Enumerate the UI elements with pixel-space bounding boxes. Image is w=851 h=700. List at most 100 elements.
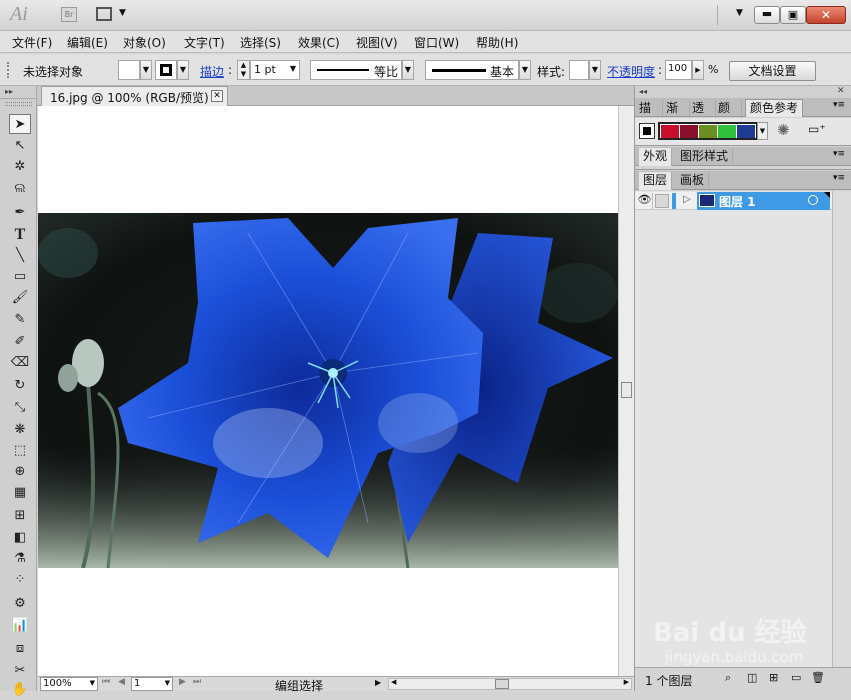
last-artboard-icon[interactable]: ⏭ (193, 677, 201, 687)
harmony-dropdown[interactable]: ▼ (757, 122, 768, 140)
warp-tool-icon[interactable]: ❋ (9, 420, 31, 440)
scale-tool-icon[interactable]: ⤡ (9, 398, 31, 418)
opacity-field[interactable]: 100 (665, 60, 692, 80)
rotate-tool-icon[interactable]: ↻ (9, 376, 31, 396)
menu-view[interactable]: 视图(V) (356, 34, 398, 51)
blend-tool-icon[interactable]: ⁘ (9, 570, 31, 590)
selection-tool-icon[interactable]: ➤ (9, 114, 31, 134)
menu-select[interactable]: 选择(S) (240, 34, 281, 51)
collapse-dock-icon[interactable]: ◂◂ (639, 87, 647, 96)
placed-image-flower[interactable] (38, 213, 618, 568)
stroke-link[interactable]: 描边 (200, 63, 224, 80)
stroke-weight-stepper[interactable]: ▲ ▼ (237, 60, 250, 80)
harmony-swatch-5[interactable] (737, 125, 755, 138)
hand-tool-icon[interactable]: ✋ (9, 680, 31, 700)
minimize-button[interactable]: ▬ (754, 6, 780, 24)
close-dock-icon[interactable]: ✕ (837, 86, 845, 96)
fill-swatch[interactable] (118, 60, 140, 80)
delete-layer-icon[interactable]: 🗑 (811, 671, 825, 684)
scroll-left-icon[interactable]: ◀ (391, 678, 396, 686)
chevron-down-icon[interactable]: ▼ (119, 8, 126, 18)
opacity-link[interactable]: 不透明度 (607, 63, 655, 80)
tab-color[interactable]: 颜色 (718, 100, 742, 118)
direct-selection-tool-icon[interactable]: ↖ (9, 136, 31, 156)
make-clipping-mask-icon[interactable]: ◫ (747, 671, 757, 684)
perspective-grid-tool-icon[interactable]: ▦ (9, 483, 31, 503)
color-wheel-icon[interactable]: ✺ (777, 121, 790, 139)
style-dropdown[interactable]: ▼ (589, 60, 601, 80)
type-tool-icon[interactable]: T (9, 225, 31, 245)
panel-menu-icon[interactable]: ▾≡ (833, 100, 845, 110)
create-sublayer-icon[interactable]: ⊞ (769, 671, 778, 684)
tab-transparency[interactable]: 透明 (692, 100, 716, 118)
tab-graphic-styles[interactable]: 图形样式 (676, 148, 734, 166)
menu-help[interactable]: 帮助(H) (476, 34, 518, 51)
brush-definition[interactable]: 基本 (425, 60, 519, 80)
stroke-dropdown[interactable]: ▼ (177, 60, 189, 80)
harmony-swatch-2[interactable] (680, 125, 698, 138)
line-tool-icon[interactable]: ╲ (9, 246, 31, 266)
status-menu-icon[interactable]: ▶ (375, 678, 381, 687)
grip-handle[interactable] (7, 62, 10, 78)
layers-scrollbar[interactable] (832, 191, 851, 667)
layer-row[interactable]: 👁 ▷ 图层 1 (635, 192, 832, 210)
menu-type[interactable]: 文字(T) (184, 34, 225, 51)
menu-edit[interactable]: 编辑(E) (67, 34, 108, 51)
pen-tool-icon[interactable]: ✒ (9, 203, 31, 223)
magic-wand-tool-icon[interactable]: ✲ (9, 157, 31, 177)
lasso-tool-icon[interactable]: ଲ (9, 179, 31, 199)
base-color-swatch[interactable] (639, 123, 655, 139)
menu-object[interactable]: 对象(O) (123, 34, 166, 51)
tab-color-guide[interactable]: 颜色参考 (745, 99, 804, 117)
opacity-dropdown[interactable]: ▶ (692, 60, 704, 80)
variable-width-profile[interactable]: 等比 (310, 60, 402, 80)
menu-window[interactable]: 窗口(W) (414, 34, 459, 51)
new-layer-icon[interactable]: ▭ (791, 671, 801, 684)
previous-artboard-icon[interactable]: ◀ (118, 677, 125, 687)
layer-name[interactable]: 图层 1 (719, 193, 756, 210)
mesh-tool-icon[interactable]: ⊞ (9, 506, 31, 526)
panel-menu-icon[interactable]: ▾≡ (833, 173, 845, 183)
zoom-field[interactable]: 100% ▼ (40, 677, 98, 691)
document-tab[interactable]: 16.jpg @ 100% (RGB/预览) ✕ (41, 86, 228, 106)
artboard-tool-icon[interactable]: ⧈ (9, 639, 31, 659)
tab-appearance[interactable]: 外观 (639, 148, 673, 166)
artboard-number-field[interactable]: 1 ▼ (131, 677, 173, 691)
symbol-sprayer-tool-icon[interactable]: ⚙ (9, 594, 31, 614)
free-transform-tool-icon[interactable]: ⬚ (9, 441, 31, 461)
menu-file[interactable]: 文件(F) (12, 34, 52, 51)
harmony-swatch-1[interactable] (661, 125, 679, 138)
style-swatch[interactable] (569, 60, 589, 80)
collapse-panel-icon[interactable]: ▸▸ (5, 87, 13, 96)
panel-menu-icon[interactable]: ▾≡ (833, 149, 845, 159)
next-artboard-icon[interactable]: ▶ (179, 677, 186, 687)
stroke-swatch[interactable] (155, 60, 177, 80)
bridge-button[interactable]: Br (61, 7, 77, 22)
close-button[interactable]: ✕ (806, 6, 846, 24)
harmony-swatch-4[interactable] (718, 125, 736, 138)
horizontal-scrollbar[interactable]: ◀ ▶ (388, 678, 632, 690)
tab-artboards[interactable]: 画板 (676, 172, 710, 190)
fill-dropdown[interactable]: ▼ (140, 60, 152, 80)
harmony-swatch-3[interactable] (699, 125, 717, 138)
paintbrush-tool-icon[interactable]: 🖌 (9, 288, 31, 308)
harmony-rules-bar[interactable] (658, 122, 758, 140)
maximize-button[interactable]: ▣ (780, 6, 806, 24)
scroll-right-icon[interactable]: ▶ (624, 678, 629, 686)
locate-object-icon[interactable]: ⌕ (725, 671, 731, 685)
save-color-group-icon[interactable]: ▭⁺ (808, 122, 826, 136)
lock-toggle[interactable] (655, 194, 669, 208)
eye-visibility-icon[interactable]: 👁 (637, 193, 653, 209)
stroke-weight-field[interactable]: 1 pt ▼ (250, 60, 300, 80)
document-setup-button[interactable]: 文档设置 (729, 61, 816, 81)
tab-gradient[interactable]: 渐变 (666, 100, 690, 118)
brush-dropdown[interactable]: ▼ (519, 60, 531, 80)
pencil-tool-icon[interactable]: ✎ (9, 310, 31, 330)
artboard-canvas[interactable] (38, 106, 618, 676)
expand-triangle-icon[interactable]: ▷ (683, 194, 691, 205)
column-graph-tool-icon[interactable]: 📊 (9, 616, 31, 636)
first-artboard-icon[interactable]: ⏮ (102, 677, 110, 687)
vertical-scrollbar[interactable] (618, 106, 634, 676)
eyedropper-tool-icon[interactable]: ⚗ (9, 549, 31, 569)
gradient-tool-icon[interactable]: ◧ (9, 528, 31, 548)
